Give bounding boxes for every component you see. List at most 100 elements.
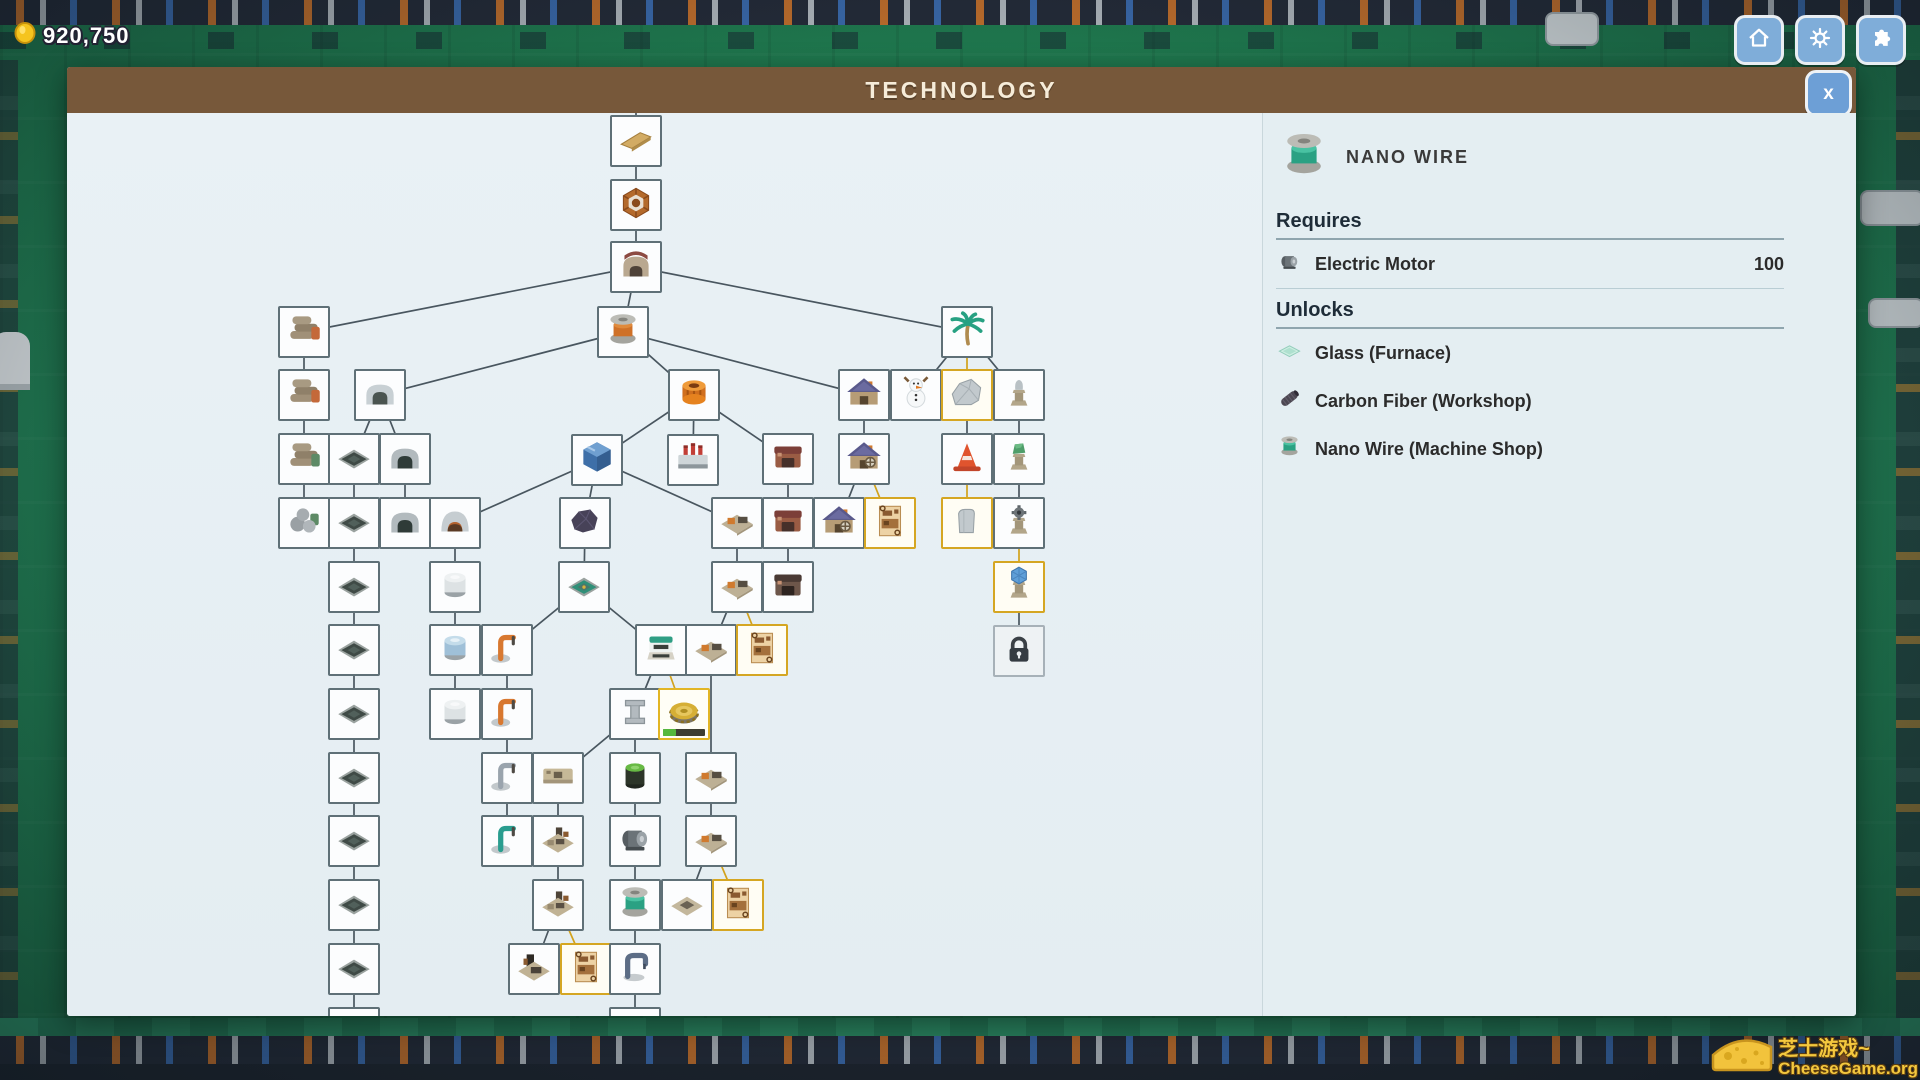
home-button[interactable] (1734, 15, 1784, 65)
tech-node-bp2[interactable] (736, 624, 788, 676)
tech-node-frame[interactable] (610, 179, 662, 231)
tech-node-dhut2[interactable] (379, 497, 431, 549)
snowman-icon (895, 372, 937, 419)
tech-node-kiln[interactable] (610, 241, 662, 293)
background-machines-top (0, 32, 1920, 49)
background-hut-left (0, 332, 30, 390)
tech-node-plate3[interactable] (328, 561, 380, 613)
computer-icon (640, 627, 682, 674)
tech-node-bp4[interactable] (560, 943, 612, 995)
tech-node-logs2[interactable] (278, 369, 330, 421)
tech-node-sewing[interactable] (609, 943, 661, 995)
tech-node-wk1[interactable] (838, 369, 890, 421)
tech-node-plate4[interactable] (328, 624, 380, 676)
tech-node-spoolT[interactable] (609, 879, 661, 931)
close-button[interactable]: x (1805, 70, 1852, 117)
tech-node-cube[interactable] (571, 434, 623, 486)
tech-node-coal[interactable] (559, 497, 611, 549)
tech-node-bp3[interactable] (712, 879, 764, 931)
tech-node-clip2[interactable] (609, 1007, 661, 1016)
tech-detail-panel: NANO WIRE RequiresElectric Motor100Unloc… (1262, 113, 1856, 1016)
tech-node-plate2[interactable] (328, 497, 380, 549)
tech-node-cyl2[interactable] (429, 624, 481, 676)
tech-node-plate5[interactable] (328, 688, 380, 740)
home-icon (1744, 23, 1774, 58)
tech-node-dhut1[interactable] (379, 433, 431, 485)
conveyor-strip-left (0, 60, 18, 1080)
tech-node-furnR2[interactable] (762, 497, 814, 549)
house_wheel-icon (818, 500, 860, 547)
technology-tree[interactable] (67, 113, 1262, 1016)
tech-node-stGear[interactable] (993, 497, 1045, 549)
tech-node-plM5[interactable] (685, 815, 737, 867)
beam-icon (614, 691, 656, 738)
tech-node-bench2[interactable] (532, 879, 584, 931)
tech-node-motor[interactable] (609, 815, 661, 867)
tech-node-snowman[interactable] (890, 369, 942, 421)
tech-node-dome[interactable] (429, 497, 481, 549)
tech-node-plate6[interactable] (328, 752, 380, 804)
tech-node-logs1[interactable] (278, 306, 330, 358)
tech-node-plFlat[interactable] (661, 879, 713, 931)
tech-node-bp1[interactable] (864, 497, 916, 549)
tech-node-wk3[interactable] (813, 497, 865, 549)
tech-node-crane4[interactable] (481, 815, 533, 867)
settings-button[interactable] (1795, 15, 1845, 65)
tech-node-crane2[interactable] (481, 688, 533, 740)
plate_dark-icon (333, 436, 375, 483)
tech-edge (304, 267, 636, 332)
tech-node-cone[interactable] (941, 433, 993, 485)
watermark-cn: 芝士游戏~ (1778, 1039, 1870, 1060)
tech-node-stones[interactable] (278, 497, 330, 549)
tech-node-monolith[interactable] (941, 497, 993, 549)
tech-node-beam[interactable] (609, 688, 661, 740)
plate_dark-icon (333, 500, 375, 547)
tech-node-cyl1[interactable] (429, 561, 481, 613)
crane_teal-icon (486, 818, 528, 865)
tech-node-furnD[interactable] (762, 561, 814, 613)
tech-node-coil[interactable] (668, 369, 720, 421)
tech-node-boxM[interactable] (532, 752, 584, 804)
tech-node-plate1[interactable] (328, 433, 380, 485)
unlocks-row: Glass (Furnace) (1276, 329, 1784, 377)
tech-node-stD20[interactable] (993, 561, 1045, 613)
requires-row: Electric Motor100 (1276, 240, 1784, 289)
spool_teal-icon (1276, 433, 1303, 465)
tech-node-palm[interactable] (941, 306, 993, 358)
tech-node-plate9[interactable] (328, 943, 380, 995)
tech-node-furnR1[interactable] (762, 433, 814, 485)
tech-node-plM4[interactable] (685, 752, 737, 804)
tech-node-plM3[interactable] (685, 624, 737, 676)
stones_g-icon (283, 500, 325, 547)
unlocks-row: Nano Wire (Machine Shop) (1276, 425, 1784, 473)
plate_dark-icon (333, 564, 375, 611)
tech-node-clip1[interactable] (328, 1007, 380, 1016)
tech-node-crane3[interactable] (481, 752, 533, 804)
tech-node-hut[interactable] (354, 369, 406, 421)
tech-node-circT[interactable] (558, 561, 610, 613)
tech-node-bench3[interactable] (508, 943, 560, 995)
tech-node-batt[interactable] (609, 752, 661, 804)
tech-node-lock[interactable] (993, 625, 1045, 677)
extras-button[interactable] (1856, 15, 1906, 65)
tech-node-plank[interactable] (610, 115, 662, 167)
tech-node-plate8[interactable] (328, 879, 380, 931)
tech-node-comp[interactable] (635, 624, 687, 676)
tech-node-crane1[interactable] (481, 624, 533, 676)
tech-node-st1[interactable] (993, 369, 1045, 421)
tech-node-plate7[interactable] (328, 815, 380, 867)
tech-node-logs3[interactable] (278, 433, 330, 485)
tech-node-stG[interactable] (993, 433, 1045, 485)
tech-node-cyl3[interactable] (429, 688, 481, 740)
tech-node-factory[interactable] (667, 434, 719, 486)
tech-node-plM2[interactable] (711, 561, 763, 613)
tech-node-spoolC[interactable] (597, 306, 649, 358)
tech-node-sel[interactable] (658, 688, 710, 740)
tech-node-boulder[interactable] (941, 369, 993, 421)
tech-node-bench1[interactable] (532, 815, 584, 867)
item-label: Glass (Furnace) (1315, 343, 1784, 364)
tech-node-plM1[interactable] (711, 497, 763, 549)
tech-node-wk2[interactable] (838, 433, 890, 485)
bench-icon (537, 882, 579, 929)
plate_dark-icon (333, 1010, 375, 1017)
